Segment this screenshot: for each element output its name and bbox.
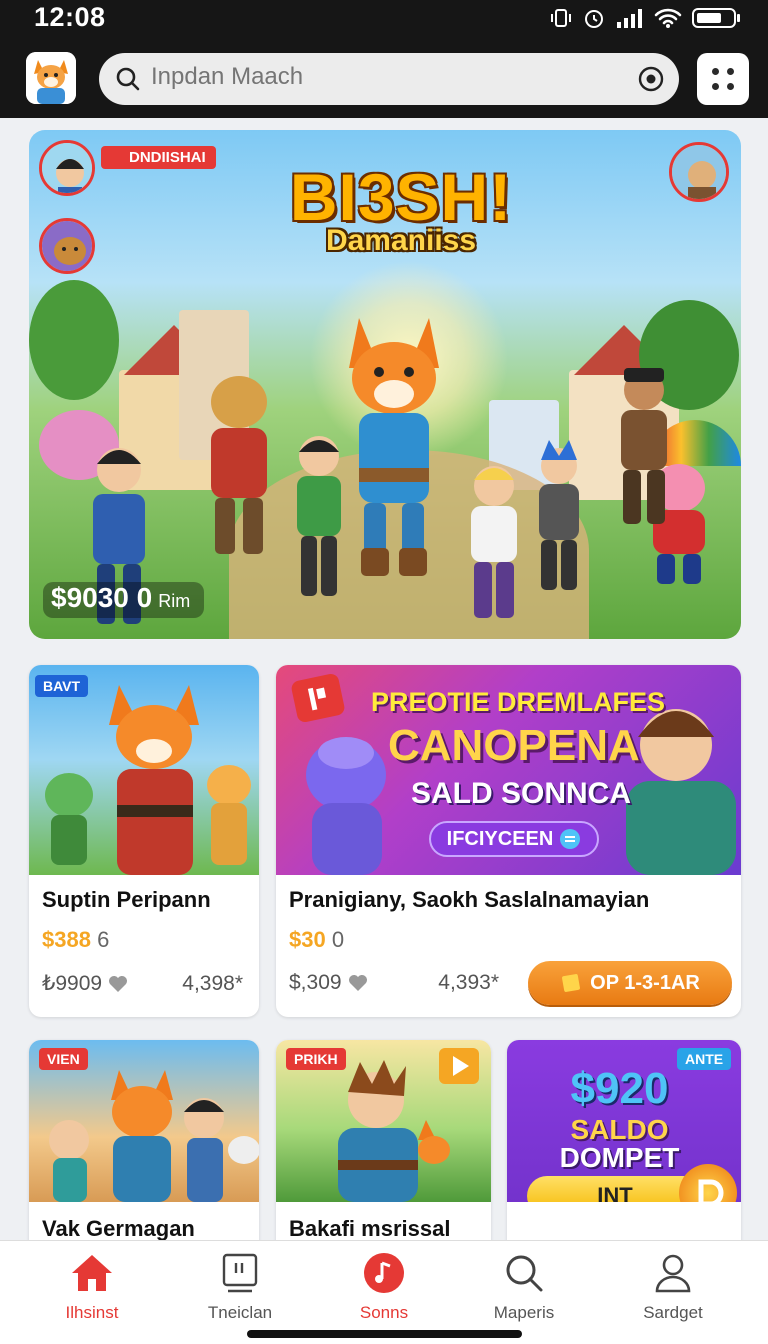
card-title: Suptin Peripann bbox=[42, 887, 211, 912]
play-triangle-icon bbox=[453, 1056, 469, 1076]
hero-tag: DNDIISHAI bbox=[101, 146, 216, 169]
alarm-icon bbox=[585, 10, 603, 28]
banner-pill[interactable]: IFCIYCEEN bbox=[429, 821, 599, 857]
signal-icon bbox=[617, 9, 642, 28]
battery-icon bbox=[692, 8, 740, 28]
game-card[interactable]: PRIKH Bakafi msrissal bbox=[276, 1040, 491, 1270]
home-icon bbox=[72, 1255, 112, 1291]
status-bar: 12:08 bbox=[0, 0, 768, 38]
heart-icon[interactable] bbox=[348, 974, 368, 992]
profile-icon bbox=[655, 1254, 691, 1293]
heart-icon[interactable] bbox=[108, 975, 128, 993]
search-icon bbox=[506, 1255, 543, 1292]
play-icon[interactable] bbox=[439, 1048, 479, 1084]
nav-label: Ilhsinst bbox=[65, 1303, 119, 1322]
card-badge: BAVT bbox=[35, 675, 89, 697]
nav-label: Tneiclan bbox=[207, 1303, 273, 1322]
search-bar[interactable] bbox=[99, 53, 679, 105]
card-count: 4,393* bbox=[438, 971, 499, 994]
card-price: $388 6 bbox=[42, 927, 109, 953]
banner-pill-label: IFCIYCEEN bbox=[446, 827, 554, 850]
card-count: 4,398* bbox=[182, 971, 243, 995]
card-price-suffix: 0 bbox=[331, 927, 345, 952]
bandit-character bbox=[621, 368, 667, 524]
card-price: $30 0 bbox=[289, 927, 344, 953]
card-cta-label: OP 1-3-1AR bbox=[590, 971, 700, 994]
hero-title-line1: BI3SH! bbox=[289, 160, 513, 234]
wallet-card[interactable]: ANTE $920 SALDO DOMPET INT bbox=[507, 1040, 741, 1270]
home-indicator[interactable] bbox=[247, 1330, 522, 1338]
grid-dot-icon bbox=[712, 68, 719, 75]
boy-face-icon bbox=[42, 143, 92, 193]
top-bar: 12:08 bbox=[0, 0, 768, 118]
wifi-icon bbox=[654, 8, 682, 28]
grid-dot-icon bbox=[727, 83, 734, 90]
card-cta-button[interactable]: OP 1-3-1AR bbox=[528, 961, 732, 1005]
card-likes: $,309 bbox=[289, 971, 342, 994]
grid-dot-icon bbox=[712, 83, 719, 90]
hero-banner[interactable]: DNDIISHAI BI3SH! Damaniiss $9030 0 Rim bbox=[29, 130, 741, 639]
coin-icon bbox=[560, 829, 581, 849]
wolf-face-icon bbox=[42, 221, 92, 271]
nav-item-profile[interactable]: Sardget bbox=[613, 1251, 733, 1323]
card-meta: ₺9909 4,398* bbox=[42, 971, 243, 996]
card-badge: VIEN bbox=[39, 1048, 88, 1070]
ticket-icon bbox=[562, 974, 581, 992]
game-card[interactable]: BAVT Suptin Peripann $388 6 ₺9909 4,398* bbox=[29, 665, 259, 1017]
player-avatar[interactable] bbox=[39, 218, 95, 274]
player-avatar[interactable] bbox=[39, 140, 95, 196]
music-icon bbox=[364, 1253, 404, 1293]
nav-label: Sardget bbox=[643, 1303, 703, 1322]
hero-price-amount: $9030 0 bbox=[51, 582, 153, 613]
card-title: Vak Germagan bbox=[42, 1216, 195, 1241]
vibrate-icon bbox=[551, 9, 571, 27]
nav-item-tablet[interactable]: Tneiclan bbox=[180, 1251, 300, 1323]
adventurer-face-icon bbox=[672, 145, 726, 199]
game-card[interactable]: VIEN Vak Germagan bbox=[29, 1040, 259, 1270]
nav-label: Maperis bbox=[493, 1303, 555, 1322]
nav-item-music[interactable]: Sonns bbox=[324, 1251, 444, 1323]
player-avatar[interactable] bbox=[669, 142, 729, 202]
card-price-suffix: 6 bbox=[97, 927, 110, 952]
banner-line2: CANOPENA bbox=[388, 721, 640, 770]
grid-dot-icon bbox=[727, 68, 734, 75]
banner-line3: SALD SONNCA bbox=[411, 777, 632, 810]
card-badge: PRIKH bbox=[286, 1048, 346, 1070]
search-icon bbox=[116, 67, 140, 91]
hero-price: $9030 0 Rim bbox=[43, 582, 205, 618]
wallet-amount: $920 bbox=[570, 1064, 669, 1113]
card-title: Pranigiany, Saokh Saslalnamayian bbox=[289, 887, 650, 912]
bottom-navigation: Ilhsinst Tneiclan Sonns Maperis Sardget bbox=[0, 1240, 768, 1344]
wolf-character bbox=[211, 376, 267, 554]
fox-avatar-icon bbox=[26, 52, 76, 104]
punk-kid-character bbox=[539, 440, 579, 590]
nav-item-home[interactable]: Ilhsinst bbox=[32, 1251, 152, 1323]
target-icon[interactable] bbox=[637, 65, 665, 93]
grid-menu-button[interactable] bbox=[697, 53, 749, 105]
kid-character bbox=[297, 436, 341, 596]
card-price-amount: $388 bbox=[42, 927, 91, 952]
tablet-icon bbox=[222, 1253, 258, 1293]
card-meta: $,309 4,393* bbox=[289, 971, 499, 995]
banner-line1: PREOTIE DREMLAFES bbox=[371, 687, 666, 717]
tree-illustration bbox=[29, 280, 119, 400]
hero-title: BI3SH! Damaniiss bbox=[261, 164, 541, 258]
app-avatar[interactable] bbox=[26, 52, 76, 104]
status-time: 12:08 bbox=[34, 2, 106, 32]
search-input[interactable] bbox=[151, 63, 611, 91]
status-icons bbox=[550, 6, 742, 30]
nav-label: Sonns bbox=[359, 1303, 409, 1322]
hero-price-unit: Rim bbox=[158, 591, 191, 611]
card-price-amount: $30 bbox=[289, 927, 326, 952]
game-card-featured[interactable]: PREOTIE DREMLAFES CANOPENA SALD SONNCA I… bbox=[276, 665, 741, 1017]
nav-item-search[interactable]: Maperis bbox=[464, 1251, 584, 1323]
card-likes: ₺9909 bbox=[42, 972, 103, 995]
card-title: Bakafi msrissal bbox=[289, 1216, 451, 1241]
